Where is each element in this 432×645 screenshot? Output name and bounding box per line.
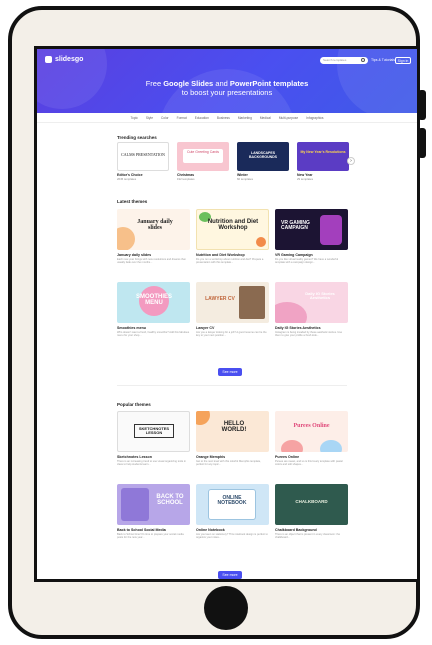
trending-thumb: My New Year's Resolutions	[297, 142, 349, 171]
theme-title[interactable]: Back to School Social Media	[117, 528, 190, 532]
theme-card[interactable]: Daily IG Stories Aesthetics Daily IG Sto…	[275, 282, 348, 345]
theme-desc: Do you like virtual reality games? We ha…	[275, 258, 339, 265]
theme-title[interactable]: Lawyer CV	[196, 326, 269, 330]
theme-desc: Get to the next level with this colorful…	[196, 460, 261, 467]
trending-thumb: CALMS PRESENTATION	[117, 142, 169, 171]
search-icon[interactable]	[361, 58, 365, 62]
tips-link[interactable]: Tips & Tutorials	[371, 58, 395, 62]
trending-thumb: LANDSCAPES BACKGROUNDS	[237, 142, 289, 171]
hero-title: Free Google Slides and PowerPoint templa…	[145, 79, 309, 97]
latest-title: Latest themes	[117, 199, 148, 204]
tablet-frame: slidesgo Search templates Tips & Tutoria…	[8, 6, 426, 639]
trending-card[interactable]: LANDSCAPES BACKGROUNDS Winter 60 templat…	[237, 142, 289, 181]
nav-item[interactable]: Style	[146, 116, 153, 120]
theme-card[interactable]: LAWYER CV Lawyer CV Are you a lawyer loo…	[196, 282, 269, 345]
see-more-button[interactable]: See more	[218, 571, 242, 579]
theme-title[interactable]: VR Gaming Campaign	[275, 253, 348, 257]
theme-thumb: ONLINE NOTEBOOK	[196, 484, 269, 525]
popular-title: Popular themes	[117, 402, 151, 407]
nav-item[interactable]: Education	[195, 116, 209, 120]
theme-thumb: HELLO WORLD!	[196, 411, 269, 452]
theme-title[interactable]: January daily slides	[117, 253, 190, 257]
trending-count: 29 templates	[297, 177, 314, 181]
theme-title[interactable]: Smoothies menu	[117, 326, 190, 330]
theme-desc: There is an increasing trend to use visu…	[117, 460, 186, 467]
trending-count: 192 templates	[177, 177, 195, 181]
search-input[interactable]: Search templates	[320, 57, 368, 64]
theme-card[interactable]: ONLINE NOTEBOOK Online Notebook Are you …	[196, 484, 269, 547]
trending-row: CALMS PRESENTATION Editor's Choice 2645 …	[117, 142, 349, 181]
theme-thumb: BACK TO SCHOOL	[117, 484, 190, 525]
theme-thumb: January daily slides	[117, 209, 190, 250]
theme-card[interactable]: Nutrition and Diet Workshop Nutrition an…	[196, 209, 269, 272]
theme-card[interactable]: BACK TO SCHOOL Back to School Social Med…	[117, 484, 190, 547]
theme-card[interactable]: HELLO WORLD! Orange Memphis Get to the n…	[196, 411, 269, 474]
nav-item[interactable]: Topic	[130, 116, 137, 120]
trending-card[interactable]: Cute Greeting Cards Christmas 192 templa…	[177, 142, 229, 181]
theme-thumb: CHALKBOARD	[275, 484, 348, 525]
trending-title: Trending searches	[117, 135, 157, 140]
nav-item[interactable]: Multi-purpose	[279, 116, 298, 120]
signin-button[interactable]: Sign in	[395, 57, 411, 64]
theme-title[interactable]: Nutrition and Diet Workshop	[196, 253, 269, 257]
latest-grid: January daily slides January daily slide…	[117, 209, 348, 345]
nav-item[interactable]: Format	[177, 116, 187, 120]
theme-desc: There is an object that is present in ev…	[275, 533, 341, 540]
trending-count: 60 templates	[237, 177, 254, 181]
trending-card[interactable]: My New Year's Resolutions New Year 29 te…	[297, 142, 349, 181]
trending-card[interactable]: CALMS PRESENTATION Editor's Choice 2645 …	[117, 142, 169, 181]
chevron-right-icon[interactable]: ›	[347, 157, 355, 165]
nav-item[interactable]: Infographics	[306, 116, 323, 120]
theme-desc: Back to School time! It's time to prepar…	[117, 533, 184, 540]
theme-card[interactable]: SKETCHNOTES LESSON Sketchnotes Lesson Th…	[117, 411, 190, 474]
theme-thumb: Purees Online	[275, 411, 348, 452]
home-button[interactable]	[204, 586, 248, 630]
logo-icon	[45, 56, 52, 63]
theme-thumb: SKETCHNOTES LESSON	[117, 411, 190, 452]
trending-count: 2645 templates	[117, 177, 137, 181]
logo-text: slidesgo	[55, 56, 84, 63]
hero-banner: slidesgo Search templates Tips & Tutoria…	[37, 49, 417, 113]
theme-thumb: LAWYER CV	[196, 282, 269, 323]
nav-item[interactable]: Business	[217, 116, 230, 120]
tablet-screen: slidesgo Search templates Tips & Tutoria…	[34, 46, 420, 582]
theme-desc: Do you run a workshop about nutrition an…	[196, 258, 264, 265]
theme-card[interactable]: VR GAMING CAMPAIGN VR Gaming Campaign Do…	[275, 209, 348, 272]
theme-thumb: VR GAMING CAMPAIGN	[275, 209, 348, 250]
nav-item[interactable]: Color	[161, 116, 169, 120]
theme-thumb: Nutrition and Diet Workshop	[196, 209, 269, 250]
theme-thumb: Daily IG Stories Aesthetics	[275, 282, 348, 323]
theme-desc: Who doesn't want a fresh, healthy smooth…	[117, 331, 190, 338]
popular-grid: SKETCHNOTES LESSON Sketchnotes Lesson Th…	[117, 411, 348, 547]
trending-thumb: Cute Greeting Cards	[177, 142, 229, 171]
theme-title[interactable]: Purees Online	[275, 455, 348, 459]
theme-title[interactable]: Orange Memphis	[196, 455, 269, 459]
see-more-button[interactable]: See more	[218, 368, 242, 376]
theme-title[interactable]: Online Notebook	[196, 528, 269, 532]
nav-item[interactable]: Medical	[260, 116, 271, 120]
theme-title[interactable]: Chalkboard Background	[275, 528, 348, 532]
theme-card[interactable]: SMOOTHIES MENU Smoothies menu Who doesn'…	[117, 282, 190, 345]
theme-card[interactable]: January daily slides January daily slide…	[117, 209, 190, 272]
theme-desc: Are you keen on stationery? This noteboo…	[196, 533, 268, 540]
slidesgo-logo[interactable]: slidesgo	[45, 56, 83, 63]
theme-title[interactable]: Daily IG Stories Aesthetics	[275, 326, 348, 330]
theme-card[interactable]: Purees Online Purees Online Purees are s…	[275, 411, 348, 474]
theme-desc: Instagram is being invaded by these aest…	[275, 331, 343, 338]
section-divider	[117, 385, 347, 386]
theme-desc: Each new year brings with new resolution…	[117, 258, 186, 265]
nav-item[interactable]: Marketing	[238, 116, 252, 120]
theme-desc: Purees are sweet, and so is this lovely …	[275, 460, 343, 467]
category-nav: Topic Style Color Format Education Busin…	[37, 113, 417, 123]
theme-desc: Are you a lawyer looking for a job? A go…	[196, 331, 267, 338]
theme-card[interactable]: CHALKBOARD Chalkboard Background There i…	[275, 484, 348, 547]
search-placeholder: Search templates	[323, 58, 347, 62]
theme-title[interactable]: Sketchnotes Lesson	[117, 455, 190, 459]
theme-thumb: SMOOTHIES MENU	[117, 282, 190, 323]
